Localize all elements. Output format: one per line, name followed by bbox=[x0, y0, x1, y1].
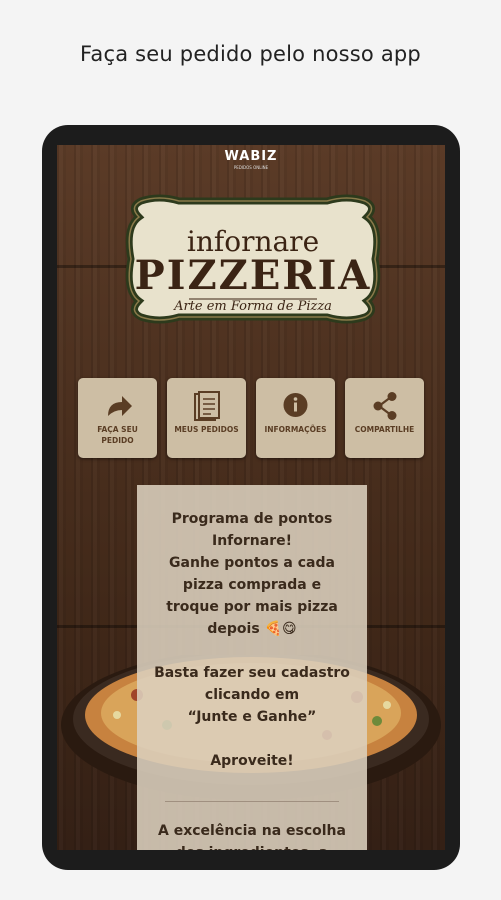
promo-footer-line-cut: dos ingredientes, a bbox=[137, 842, 367, 850]
promo-line: Infornare! bbox=[212, 533, 292, 549]
promo-card: Programa de pontos Infornare! Ganhe pont… bbox=[137, 485, 367, 850]
promo-footer-line: A excelência na escolha bbox=[158, 823, 346, 839]
store-caption: Faça seu pedido pelo nosso app bbox=[80, 42, 421, 66]
tablet-frame: WABIZ PEDIDOS ONLINE infornare PIZZERIA … bbox=[42, 125, 460, 870]
promo-line: pizza comprada e bbox=[182, 577, 322, 593]
promo-line: Ganhe pontos a cada bbox=[169, 555, 335, 571]
promo-line: depois 🍕😋 bbox=[207, 621, 297, 637]
brand-tagline: PEDIDOS ONLINE bbox=[233, 165, 269, 170]
share-icon bbox=[373, 392, 397, 420]
promo-line: troque por mais pizza bbox=[166, 599, 338, 615]
tile-label: MEUS PEDIDOS bbox=[174, 425, 239, 434]
promo-footer: A excelência na escolha dos ingredientes… bbox=[137, 820, 367, 850]
sign-title-line2: PIZZERIA bbox=[134, 252, 372, 299]
promo-line: Basta fazer seu cadastro bbox=[154, 665, 350, 681]
tile-label: COMPARTILHE bbox=[354, 425, 415, 434]
promo-line bbox=[137, 640, 367, 662]
promo-line: Programa de pontos bbox=[171, 511, 333, 527]
action-tiles: FAÇA SEU PEDIDO MEUS PEDIDOS INFORMAÇÕES… bbox=[78, 378, 428, 458]
promo-line: clicando em bbox=[204, 687, 300, 703]
tile-informacoes[interactable]: INFORMAÇÕES bbox=[256, 378, 335, 458]
tile-label: FAÇA SEU PEDIDO bbox=[97, 425, 138, 445]
promo-line: “Junte e Ganhe” bbox=[187, 709, 317, 725]
promo-divider bbox=[165, 801, 339, 802]
app-screen: WABIZ PEDIDOS ONLINE infornare PIZZERIA … bbox=[57, 145, 445, 850]
promo-line bbox=[137, 728, 367, 750]
info-icon bbox=[283, 393, 308, 417]
sign-text: infornare PIZZERIA Arte em Forma de Pizz… bbox=[119, 187, 387, 332]
tile-compartilhe[interactable]: COMPARTILHE bbox=[345, 378, 424, 458]
tile-meus-pedidos[interactable]: MEUS PEDIDOS bbox=[167, 378, 246, 458]
tile-label: INFORMAÇÕES bbox=[264, 425, 327, 434]
promo-message: Programa de pontos Infornare! Ganhe pont… bbox=[137, 508, 367, 772]
promo-line: Aproveite! bbox=[210, 753, 294, 769]
sign-slogan: Arte em Forma de Pizza bbox=[174, 299, 332, 314]
document-list-icon bbox=[194, 391, 220, 421]
tile-faca-seu-pedido[interactable]: FAÇA SEU PEDIDO bbox=[78, 378, 157, 458]
share-arrow-icon bbox=[108, 396, 132, 416]
brand-logo: WABIZ bbox=[224, 149, 278, 164]
